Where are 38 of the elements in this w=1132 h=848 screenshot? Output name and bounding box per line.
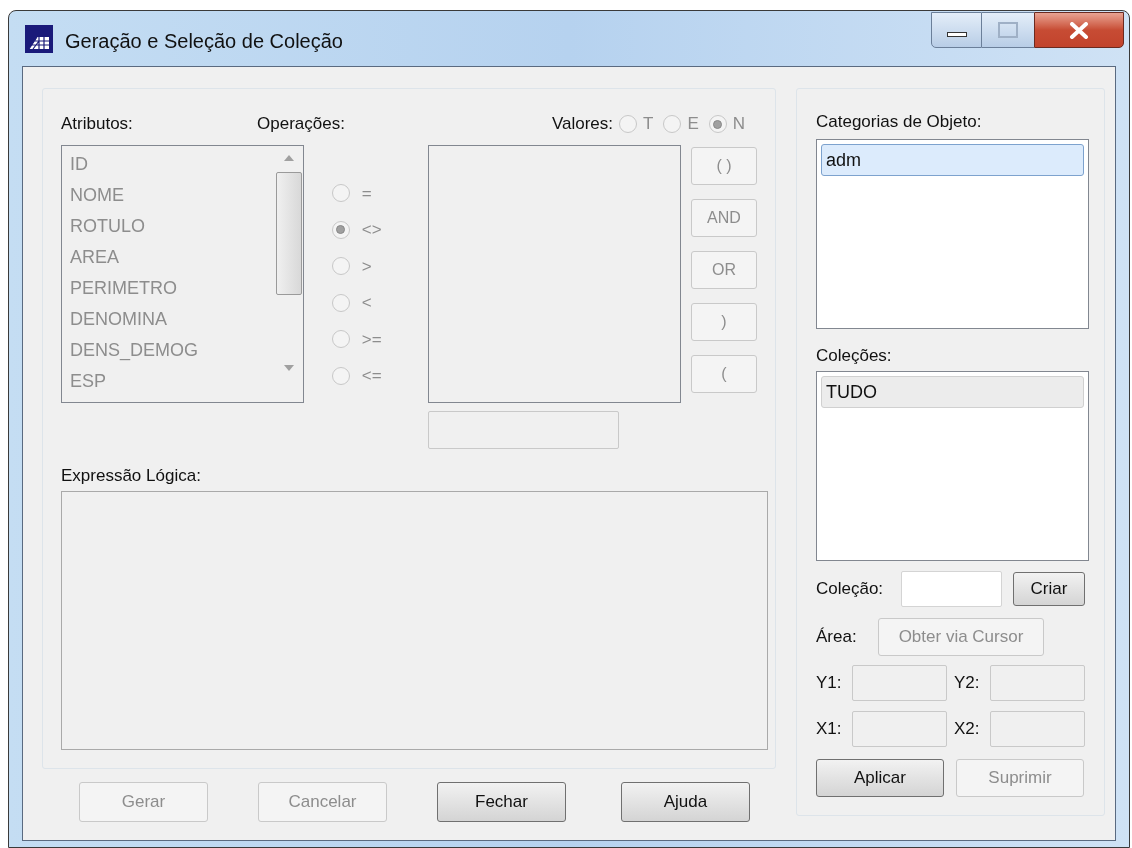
area-label: Área: xyxy=(816,626,858,649)
dialog-button[interactable]: Ajuda xyxy=(621,782,750,822)
coordinate-label: Y2: xyxy=(954,672,981,695)
radio-label: <> xyxy=(361,219,382,241)
scroll-up-icon xyxy=(283,155,294,161)
close-button[interactable] xyxy=(1034,12,1124,48)
coordinate-label: X1: xyxy=(816,718,843,741)
value-field[interactable] xyxy=(428,411,619,449)
radio-label: N xyxy=(732,113,745,136)
action-button[interactable]: Aplicar xyxy=(816,759,944,797)
radio-label: = xyxy=(361,182,372,205)
radio-label: > xyxy=(361,255,372,278)
coordinate-label: X2: xyxy=(954,718,981,741)
app-icon xyxy=(25,25,53,53)
list-item[interactable]: adm xyxy=(821,144,1084,176)
attributes-label: Atributos: xyxy=(61,113,134,136)
collections-label: Coleções: xyxy=(816,345,893,367)
collection-label: Coleção: xyxy=(816,578,885,601)
operations-label: Operações: xyxy=(257,113,345,136)
maximize-icon xyxy=(998,22,1018,38)
radio-label: >= xyxy=(361,328,382,351)
values-label: Valores: xyxy=(551,113,613,136)
radio-label: E xyxy=(687,113,699,136)
collection-input[interactable] xyxy=(901,571,1002,607)
minimize-icon xyxy=(946,31,967,37)
minimize-button[interactable] xyxy=(931,12,982,48)
radio-label: T xyxy=(643,113,654,136)
close-icon xyxy=(1069,21,1089,39)
coordinate-label: Y1: xyxy=(816,672,843,695)
dialog-button[interactable]: Fechar xyxy=(437,782,566,822)
window-title: Geração e Seleção de Coleção xyxy=(65,29,343,54)
scroll-down-icon xyxy=(283,365,294,371)
radio-label: < xyxy=(361,292,372,314)
categories-label: Categorias de Objeto: xyxy=(816,111,983,133)
create-button[interactable]: Criar xyxy=(1013,572,1085,606)
expression-label: Expressão Lógica: xyxy=(61,465,202,487)
list-item[interactable]: TUDO xyxy=(821,376,1084,408)
radio-label: <= xyxy=(361,365,382,387)
